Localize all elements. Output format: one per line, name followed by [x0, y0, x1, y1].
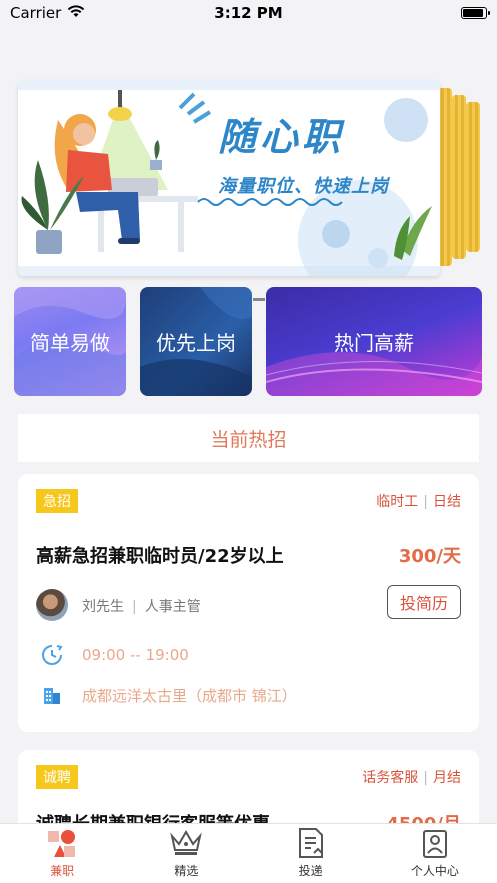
crown-icon	[169, 826, 203, 860]
banner-subtitle: 海量职位、快速上岗	[218, 176, 389, 197]
category-label: 简单易做	[30, 331, 110, 355]
job-type: 临时工 | 日结	[376, 494, 461, 510]
tab-label: 兼职	[50, 864, 75, 878]
job-tag: 诚聘	[36, 765, 78, 789]
tab-featured[interactable]: 精选	[124, 824, 248, 883]
tab-parttime[interactable]: 兼职	[0, 824, 124, 883]
category-card-simple[interactable]: 简单易做	[14, 287, 126, 396]
person-icon	[420, 826, 450, 860]
address-row: 成都远洋太古里（成都市 锦江）	[40, 684, 297, 706]
section-title: 当前热招	[18, 414, 479, 462]
job-tag: 急招	[36, 489, 78, 513]
category-card-priority[interactable]: 优先上岗	[140, 287, 252, 396]
tab-label: 精选	[174, 864, 199, 878]
work-time: 09:00 -- 19:00	[82, 646, 189, 664]
job-title: 高薪急招兼职临时员/22岁以上	[36, 546, 284, 567]
banner-title: 随心职	[218, 115, 345, 159]
promo-banner[interactable]: 随心职 海量职位、快速上岗	[18, 80, 440, 276]
job-settlement: 日结	[433, 494, 461, 510]
job-salary: 300/天	[398, 546, 461, 567]
tab-label: 个人中心	[410, 864, 459, 878]
status-bar: Carrier 3:12 PM	[0, 0, 497, 26]
banner-stack-edge	[466, 102, 480, 252]
page-dot	[253, 298, 265, 301]
battery-icon	[461, 7, 490, 19]
job-settlement: 月结	[433, 770, 461, 786]
shapes-icon	[46, 826, 78, 860]
work-time-row: 09:00 -- 19:00	[40, 644, 189, 666]
document-send-icon	[296, 826, 326, 860]
carrier-label: Carrier	[10, 4, 62, 22]
tab-label: 投递	[298, 864, 323, 878]
contact-name: 刘先生	[82, 599, 124, 615]
avatar	[36, 589, 68, 621]
tab-deliver[interactable]: 投递	[249, 824, 373, 883]
job-type: 话务客服 | 月结	[362, 770, 461, 786]
bottom-tab-bar: 兼职 精选 投递 个人中心	[0, 823, 497, 883]
job-card[interactable]: 急招 临时工 | 日结 高薪急招兼职临时员/22岁以上 300/天 刘先生 | 人事主管…	[18, 474, 479, 732]
job-type-label: 话务客服	[362, 770, 419, 786]
contact-role: 人事主管	[144, 599, 201, 615]
category-label: 热门高薪	[334, 331, 414, 355]
category-card-hot[interactable]: 热门高薪	[266, 287, 482, 396]
category-label: 优先上岗	[156, 331, 236, 355]
clock-icon	[40, 644, 64, 666]
tab-profile[interactable]: 个人中心	[373, 824, 497, 883]
job-type-label: 临时工	[376, 494, 419, 510]
banner-stack-edge	[438, 88, 452, 266]
building-icon	[40, 684, 64, 706]
banner-stack-edge	[452, 95, 466, 259]
apply-button[interactable]: 投简历	[387, 585, 461, 619]
wifi-icon	[67, 4, 85, 22]
work-address: 成都远洋太古里（成都市 锦江）	[82, 686, 297, 705]
contact-info: 刘先生 | 人事主管	[82, 599, 201, 615]
